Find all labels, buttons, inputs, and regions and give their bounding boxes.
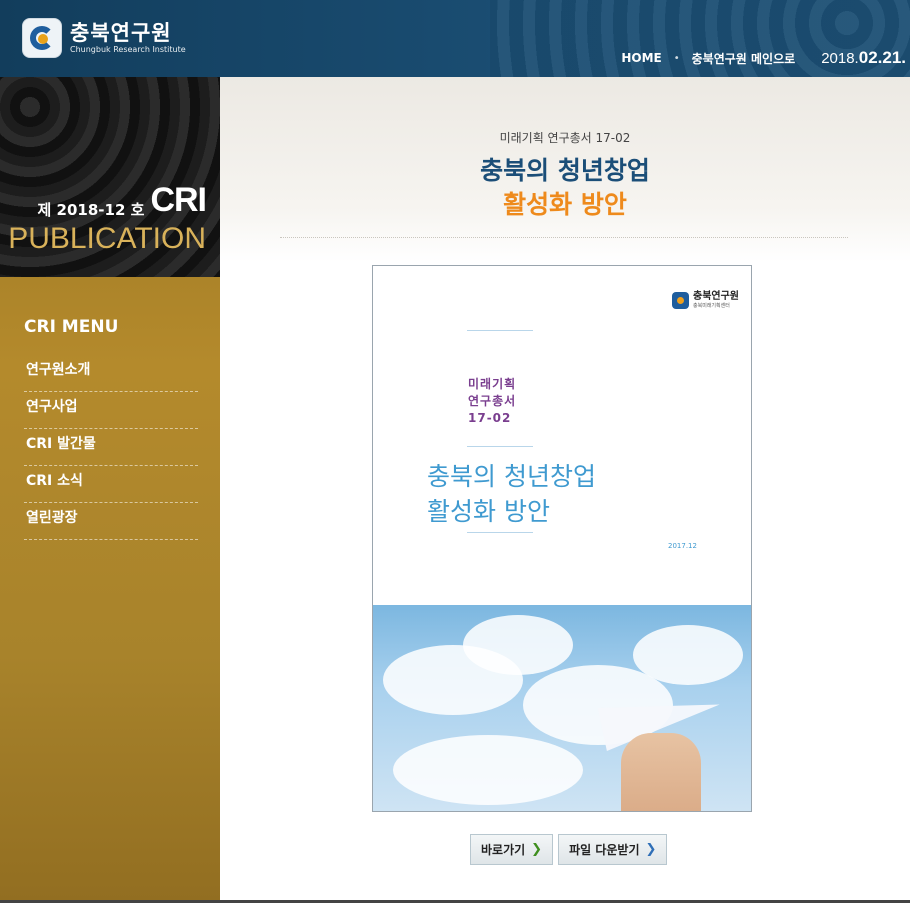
cover-rule (467, 446, 533, 447)
top-navigation: HOME • 충북연구원 메인으로 2018.02.21. (621, 46, 910, 70)
series-label: 미래기획 연구총서 17-02 (499, 131, 631, 145)
home-link[interactable]: HOME (621, 51, 661, 65)
cover-title: 충북의 청년창업 활성화 방안 (427, 462, 596, 526)
main-site-link[interactable]: 충북연구원 메인으로 (692, 50, 796, 67)
action-buttons: 바로가기 ❯ 파일 다운받기 ❯ (470, 834, 668, 865)
goto-button[interactable]: 바로가기 ❯ (470, 834, 554, 865)
cover-rule (467, 532, 533, 533)
issue-number: 제 2018-12 호 (37, 201, 145, 219)
chevron-right-icon: ❯ (645, 842, 657, 857)
logo[interactable]: 충북연구원 Chungbuk Research Institute (22, 18, 186, 58)
menu-item-open-forum[interactable]: 열린광장 (24, 503, 198, 540)
nav-separator: • (673, 52, 680, 64)
publication-title-line1: 충북의 청년창업 (480, 156, 650, 185)
menu-item-research[interactable]: 연구사업 (24, 392, 198, 429)
cover-rule (467, 330, 533, 331)
current-date: 2018.02.21. (821, 48, 906, 67)
main-content: 미래기획 연구총서 17-02 충북의 청년창업 활성화 방안 충북연구원 충북… (220, 77, 910, 903)
menu-item-about[interactable]: 연구원소개 (24, 355, 198, 392)
cover-logo-icon (672, 292, 689, 309)
cover-image: 충북연구원 충북미래기획센터 미래기획 연구총서 17-02 충북의 청년창업 … (372, 265, 752, 812)
download-button[interactable]: 파일 다운받기 ❯ (558, 834, 668, 865)
logo-name: 충북연구원 (70, 21, 172, 45)
publication-banner: 제 2018-12 호 CRI PUBLICATION (0, 77, 220, 277)
cover-logo: 충북연구원 충북미래기획센터 (672, 292, 739, 309)
cover-logo-sub: 충북미래기획센터 (693, 303, 730, 309)
cover-series: 미래기획 연구총서 17-02 (468, 377, 517, 425)
sidebar: 제 2018-12 호 CRI PUBLICATION CRI MENU 연구원소… (0, 77, 220, 903)
cover-date: 2017.12 (668, 542, 697, 550)
cover-logo-name: 충북연구원 (693, 291, 739, 302)
chevron-right-icon: ❯ (531, 842, 543, 857)
menu-title: CRI MENU (24, 317, 119, 337)
publication-title-line2: 활성화 방안 (503, 190, 627, 219)
cri-menu: CRI MENU 연구원소개 연구사업 CRI 발간물 CRI 소식 열린광장 (24, 317, 198, 540)
publication-title: PUBLICATION (8, 222, 206, 255)
hand-image (621, 733, 701, 811)
menu-item-publications[interactable]: CRI 발간물 (24, 429, 198, 466)
divider (280, 237, 848, 238)
header: 충북연구원 Chungbuk Research Institute HOME •… (0, 0, 910, 77)
menu-item-news[interactable]: CRI 소식 (24, 466, 198, 503)
logo-mark-icon (22, 18, 62, 58)
brand-label: CRI (150, 181, 207, 219)
logo-subtitle: Chungbuk Research Institute (70, 45, 186, 54)
sky-photo (373, 605, 751, 811)
